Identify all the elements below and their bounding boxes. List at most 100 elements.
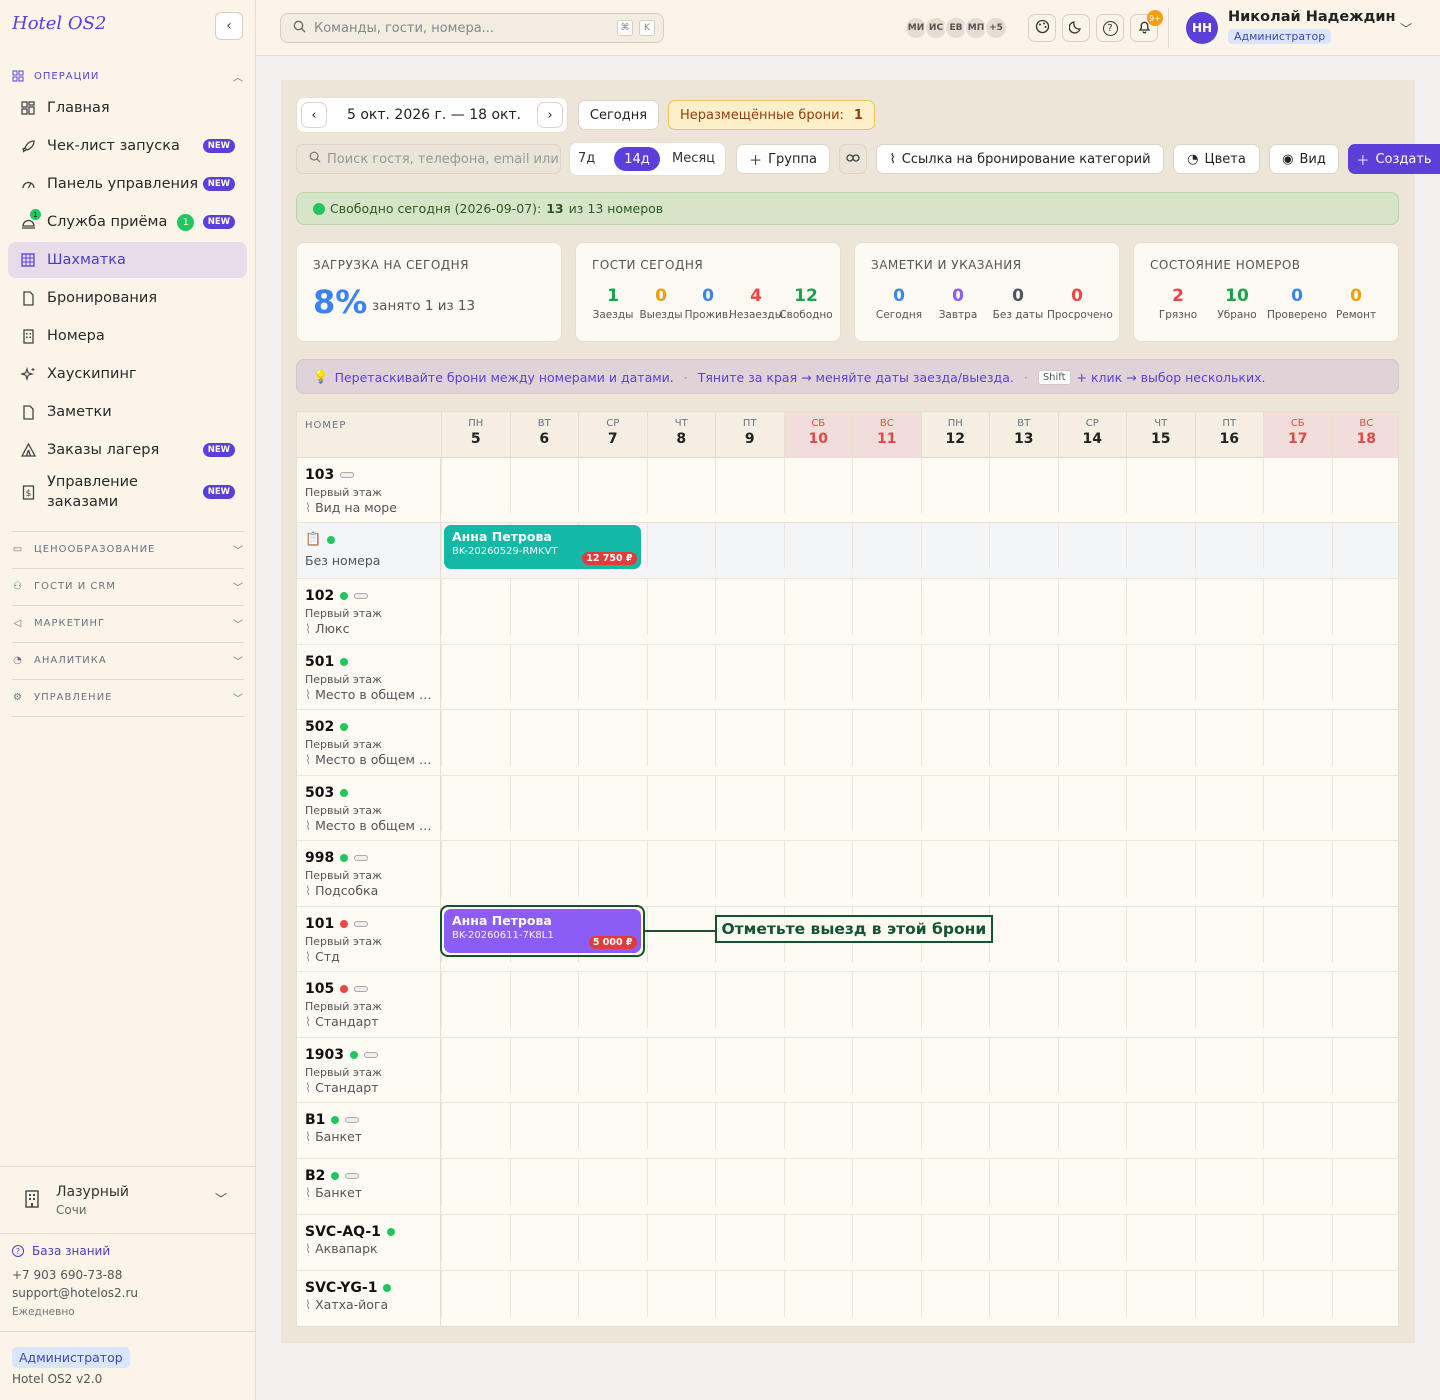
room-info[interactable]: 103 Первый этаж ⌇ Вид на море [297,458,441,522]
calendar-cell[interactable] [1126,579,1195,635]
day-header[interactable]: СБ 17 [1263,412,1332,458]
calendar-cell[interactable] [1263,1271,1332,1317]
calendar-cell[interactable] [920,1271,990,1317]
calendar-cell[interactable] [715,1103,784,1149]
calendar-cell[interactable] [920,579,990,635]
calendar-cell[interactable] [852,579,921,635]
calendar-cell[interactable] [1126,1159,1195,1205]
calendar-cell[interactable] [715,841,784,897]
category-booking-link-button[interactable]: ⌇ Ссылка на бронирование категорий [876,144,1164,174]
calendar-cell[interactable] [646,1038,716,1093]
calendar-cell[interactable] [646,841,716,897]
calendar-cell[interactable] [1194,710,1264,766]
calendar-cell[interactable] [1263,1103,1332,1149]
calendar-cell[interactable] [1126,1103,1195,1149]
calendar-cell[interactable] [989,1038,1058,1093]
calendar-cell[interactable] [715,776,784,831]
calendar-cell[interactable] [989,1103,1058,1149]
calendar-cell[interactable] [578,579,647,635]
day-header[interactable]: ВС 18 [1331,412,1398,458]
sidebar-item-10[interactable]: $ Управление заказами NEW [8,470,247,514]
calendar-cell[interactable] [920,1103,990,1149]
calendar-cell[interactable] [989,907,1058,962]
help-button[interactable]: ? [1096,14,1124,42]
next-period-button[interactable]: › [537,102,563,128]
view-7-days[interactable]: 7д [578,151,595,166]
stat-cell[interactable]: 0 Ремонт [1326,286,1386,321]
section-1[interactable]: ⚇ ГОСТИ И CRM ﹀ [12,576,244,596]
section-3[interactable]: ◔ АНАЛИТИКА ﹀ [12,650,244,670]
calendar-cell[interactable] [1263,458,1332,513]
sidebar-item-1[interactable]: Чек-лист запуска NEW [8,128,247,164]
sidebar-item-6[interactable]: Номера [8,318,247,354]
user-name[interactable]: Николай Надеждин [1228,9,1396,25]
stat-cell[interactable]: 10 Убрано [1207,286,1267,321]
copy-link-button[interactable] [839,144,867,174]
calendar-cell[interactable] [646,972,716,1028]
calendar-cell[interactable] [920,776,990,831]
calendar-cell[interactable] [852,1271,921,1317]
section-operations[interactable]: ОПЕРАЦИИ ︿ [12,66,244,86]
sidebar-item-7[interactable]: Хаускипинг [8,356,247,392]
day-header[interactable]: ЧТ 15 [1126,412,1195,458]
colors-button[interactable]: ◔ Цвета [1173,144,1260,174]
calendar-cell[interactable] [715,972,784,1028]
calendar-cell[interactable] [441,841,510,897]
online-users[interactable]: МИ ИС ЕВ МП +5 [904,16,1008,40]
calendar-cell[interactable] [989,579,1058,635]
calendar-cell[interactable] [783,579,853,635]
calendar-cell[interactable] [920,1215,990,1261]
calendar-cell[interactable] [1057,907,1127,962]
room-info[interactable]: 503 Первый этаж⌇Место в общем номере [297,776,441,840]
calendar-cell[interactable] [1331,1271,1399,1317]
theme-palette-button[interactable] [1028,14,1056,42]
section-0[interactable]: ▭ ЦЕНООБРАЗОВАНИЕ ﹀ [12,539,244,559]
dark-mode-button[interactable] [1062,14,1090,42]
create-booking-button[interactable]: ＋ Создать [1348,144,1440,174]
calendar-cell[interactable] [1057,972,1127,1028]
calendar-cell[interactable] [1331,458,1399,513]
calendar-cell[interactable] [1263,645,1332,700]
calendar-cell[interactable] [783,1103,853,1149]
calendar-cell[interactable] [783,710,853,766]
calendar-cell[interactable] [509,1215,579,1261]
calendar-cell[interactable] [920,710,990,766]
calendar-cell[interactable] [852,523,921,569]
calendar-cell[interactable] [783,1271,853,1317]
guest-search-input[interactable]: Поиск гостя, телефона, email или [296,144,561,174]
calendar-cell[interactable] [578,645,647,700]
room-info[interactable]: 1903 Первый этаж ⌇ Стандарт [297,1038,441,1102]
day-header[interactable]: СР 7 [578,412,647,458]
calendar-cell[interactable] [1263,579,1332,635]
calendar-cell[interactable] [852,645,921,700]
calendar-cell[interactable] [989,710,1058,766]
calendar-cell[interactable] [441,710,510,766]
calendar-cell[interactable] [1263,776,1332,831]
calendar-cell[interactable] [509,1103,579,1149]
calendar-cell[interactable] [1126,1271,1195,1317]
calendar-cell[interactable] [715,710,784,766]
calendar-cell[interactable] [509,1038,579,1093]
calendar-cell[interactable] [852,1103,921,1149]
calendar-cell[interactable] [1057,1038,1127,1093]
group-button[interactable]: ＋ Группа [736,144,830,174]
calendar-cell[interactable] [1331,710,1399,766]
calendar-cell[interactable] [783,1159,853,1205]
calendar-cell[interactable] [1194,579,1264,635]
day-header[interactable]: ПТ 9 [715,412,784,458]
calendar-cell[interactable] [578,1271,647,1317]
calendar-cell[interactable] [1194,776,1264,831]
calendar-cell[interactable] [783,841,853,897]
sidebar-item-0[interactable]: Главная [8,90,247,126]
calendar-cell[interactable] [578,1103,647,1149]
stat-cell[interactable]: 0 Завтра [928,286,988,321]
sidebar-item-3[interactable]: 1 Служба приёма 1 NEW [8,204,247,240]
view-button[interactable]: ◉ Вид [1269,144,1339,174]
calendar-cell[interactable] [1057,776,1127,831]
calendar-cell[interactable] [715,523,784,569]
calendar-cell[interactable] [1331,579,1399,635]
calendar-cell[interactable] [1331,841,1399,897]
support-email[interactable]: support@hotelos2.ru [12,1286,138,1300]
room-info[interactable]: 998 Первый этаж ⌇ Подсобка [297,841,441,906]
calendar-cell[interactable] [509,645,579,700]
